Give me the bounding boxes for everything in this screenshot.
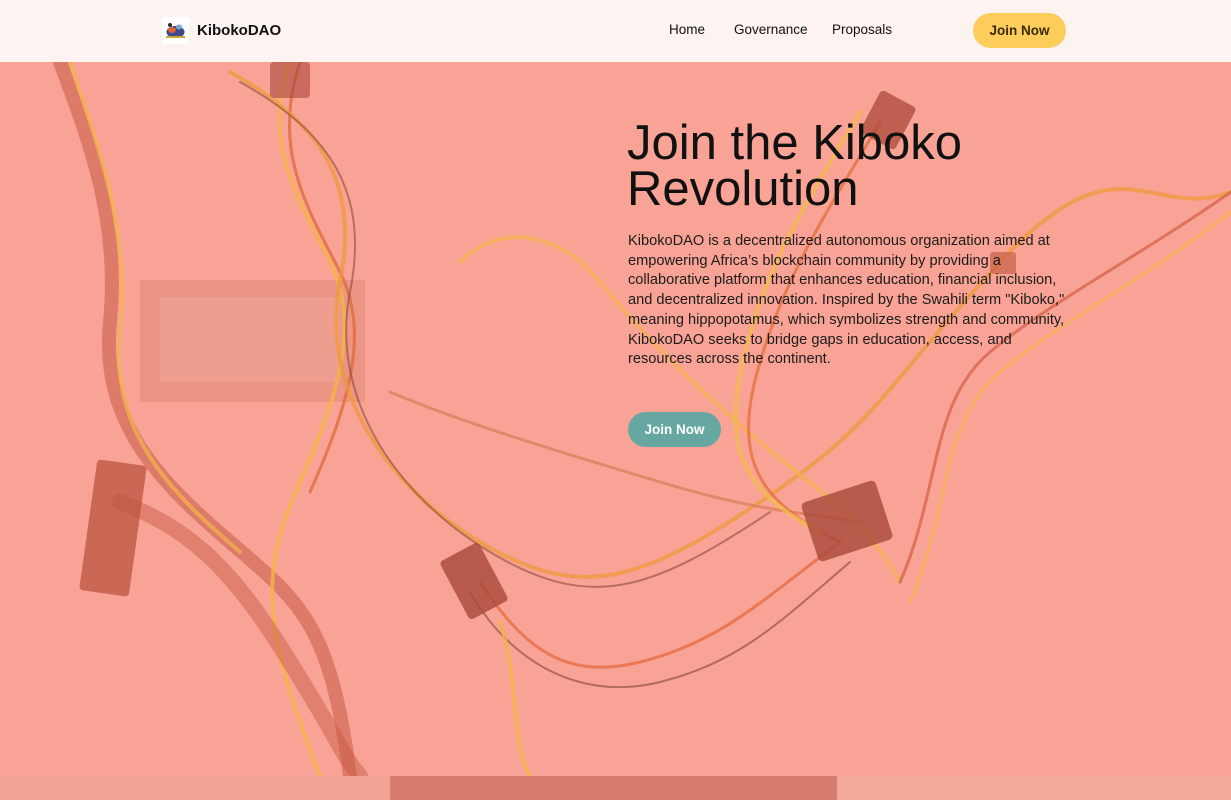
brand[interactable]: KibokoDAO <box>162 16 281 44</box>
join-now-nav-button[interactable]: Join Now <box>973 13 1066 48</box>
preview-card-right <box>837 776 1231 800</box>
brand-name: KibokoDAO <box>197 21 282 39</box>
navbar: KibokoDAO Home Governance Proposals Join… <box>0 0 1231 62</box>
preview-card-left <box>0 776 390 800</box>
nav-link-proposals[interactable]: Proposals <box>832 22 892 37</box>
preview-card-middle <box>390 776 837 800</box>
nav-link-home[interactable]: Home <box>669 22 705 37</box>
nav-link-governance[interactable]: Governance <box>734 22 808 37</box>
hippo-logo-icon <box>162 16 189 44</box>
hero-description: KibokoDAO is a decentralized autonomous … <box>628 233 1065 368</box>
join-now-hero-button[interactable]: Join Now <box>628 412 721 447</box>
next-section-preview <box>0 776 1231 800</box>
hero-title: Join the Kiboko Revolution <box>627 116 963 216</box>
hero-section: Join the Kiboko Revolution KibokoDAO is … <box>0 62 1231 776</box>
